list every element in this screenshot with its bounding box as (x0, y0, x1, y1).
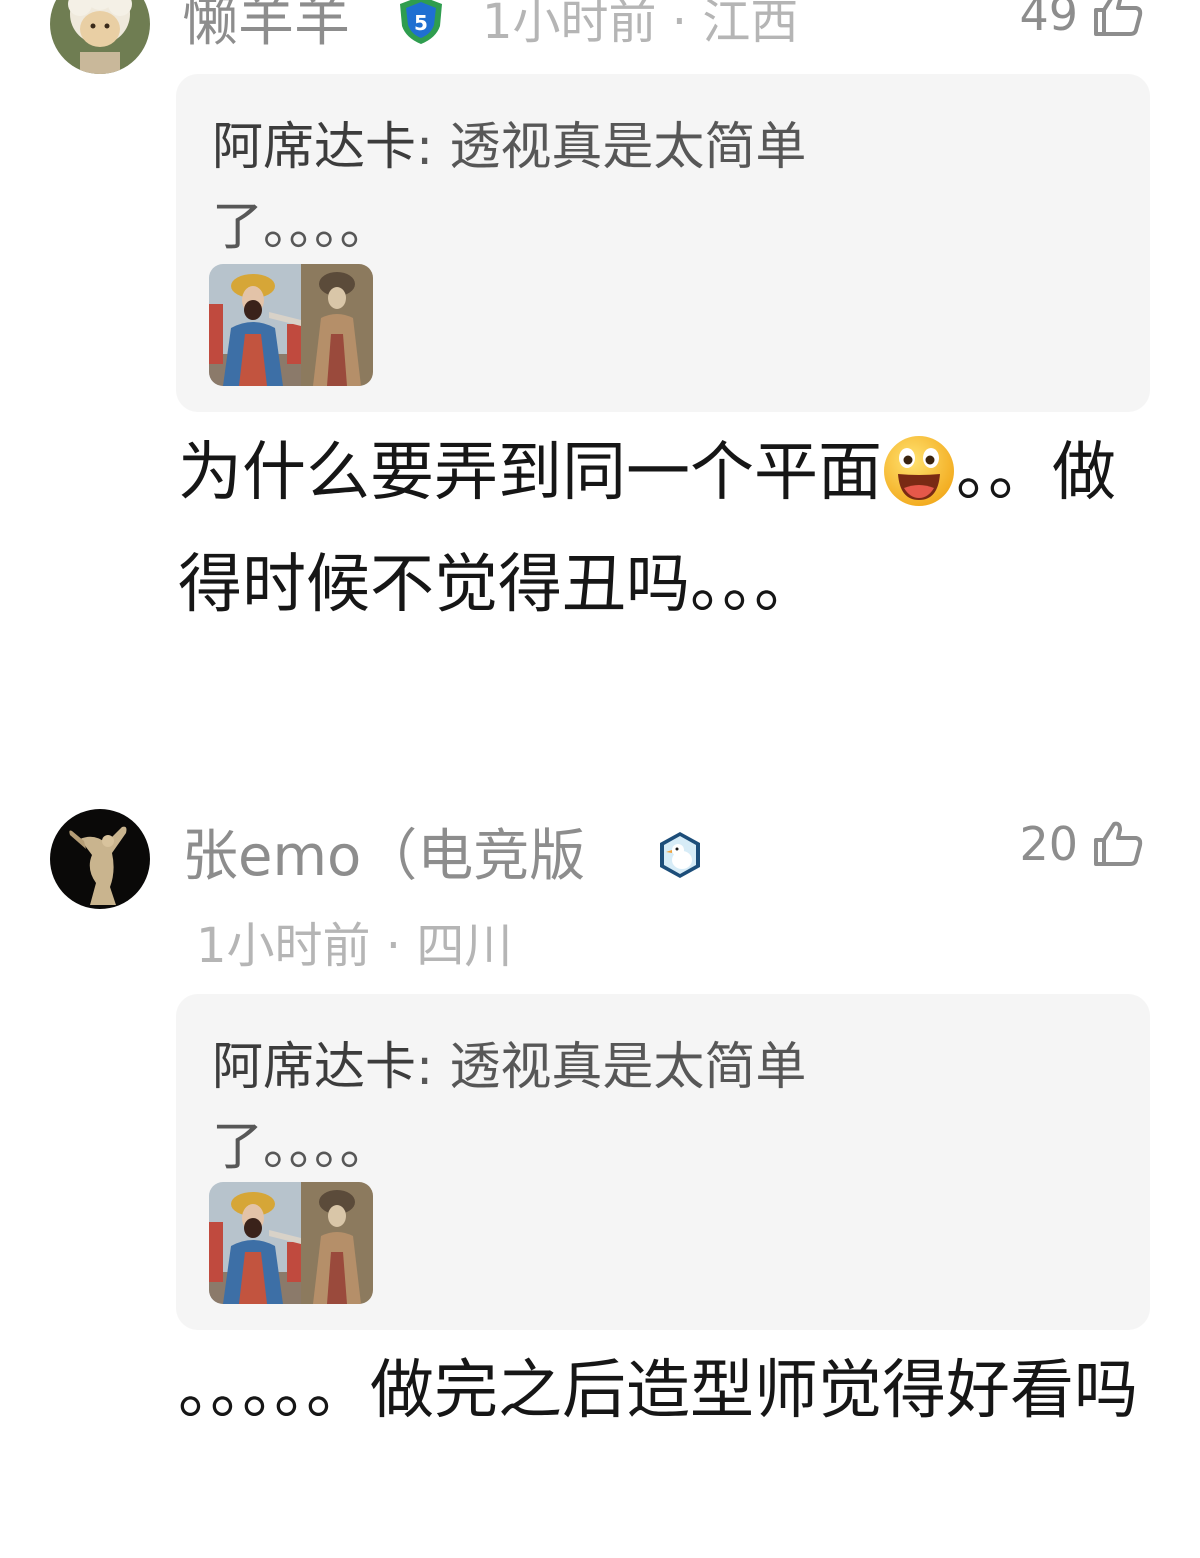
quoted-image-thumbnail[interactable] (209, 264, 373, 386)
avatar[interactable] (50, 0, 150, 74)
quoted-comment-text: 阿席达卡: 透视真是太简单了。。。。 (212, 1028, 872, 1188)
thumbs-up-icon (1094, 0, 1143, 36)
quote-author[interactable]: 阿席达卡 (212, 1038, 416, 1097)
level-badge: 5 (396, 0, 446, 50)
costume-comparison-image-icon (209, 264, 373, 386)
lazy-sheep-avatar-icon (50, 0, 150, 74)
username[interactable]: 懒羊羊 (182, 0, 350, 50)
comment-item: 懒羊羊 5 1小时前 · 江西 49 阿席达卡: 透视真是太简单了。。。。 为什… (0, 0, 1200, 720)
like-button[interactable]: 49 (1019, 0, 1144, 38)
quoted-comment[interactable]: 阿席达卡: 透视真是太简单了。。。。 (176, 74, 1150, 412)
quoted-comment-text: 阿席达卡: 透视真是太简单了。。。。 (212, 108, 872, 268)
reply-text: 为什么要弄到同一个平面 。。做得时候不觉得丑吗。。。 (178, 424, 1158, 634)
quote-separator: : (416, 118, 450, 177)
quoted-comment[interactable]: 阿席达卡: 透视真是太简单了。。。。 (176, 994, 1150, 1330)
user-badge (656, 830, 704, 884)
sculpture-avatar-icon (50, 809, 150, 909)
level-shield-icon: 5 (400, 0, 442, 44)
costume-comparison-image-icon (209, 1182, 373, 1304)
reply-text: 。。。。。做完之后造型师觉得好看吗 (178, 1354, 1138, 1428)
like-count: 49 (1019, 0, 1078, 41)
duck-shield-badge-icon (660, 832, 700, 878)
comment-meta: 1小时前 · 四川 (196, 918, 513, 974)
quote-author[interactable]: 阿席达卡 (212, 118, 416, 177)
level-number: 5 (414, 11, 428, 35)
reply-text-part: 为什么要弄到同一个平面 (178, 436, 882, 510)
quoted-image-thumbnail[interactable] (209, 1182, 373, 1304)
avatar[interactable] (50, 809, 150, 909)
comment-meta: 1小时前 · 江西 (482, 0, 799, 50)
thumbs-up-icon (1094, 821, 1143, 866)
quote-separator: : (416, 1038, 450, 1097)
like-count: 20 (1019, 817, 1078, 871)
username[interactable]: 张emo（电竞版 (182, 829, 585, 885)
comment-item: 张emo（电竞版 20 1小时前 · 四川 阿席达卡: 透视真是太简单了。。。。 (0, 800, 1200, 1558)
like-button[interactable]: 20 (1019, 820, 1144, 868)
grinning-face-emoji-icon (882, 434, 956, 536)
